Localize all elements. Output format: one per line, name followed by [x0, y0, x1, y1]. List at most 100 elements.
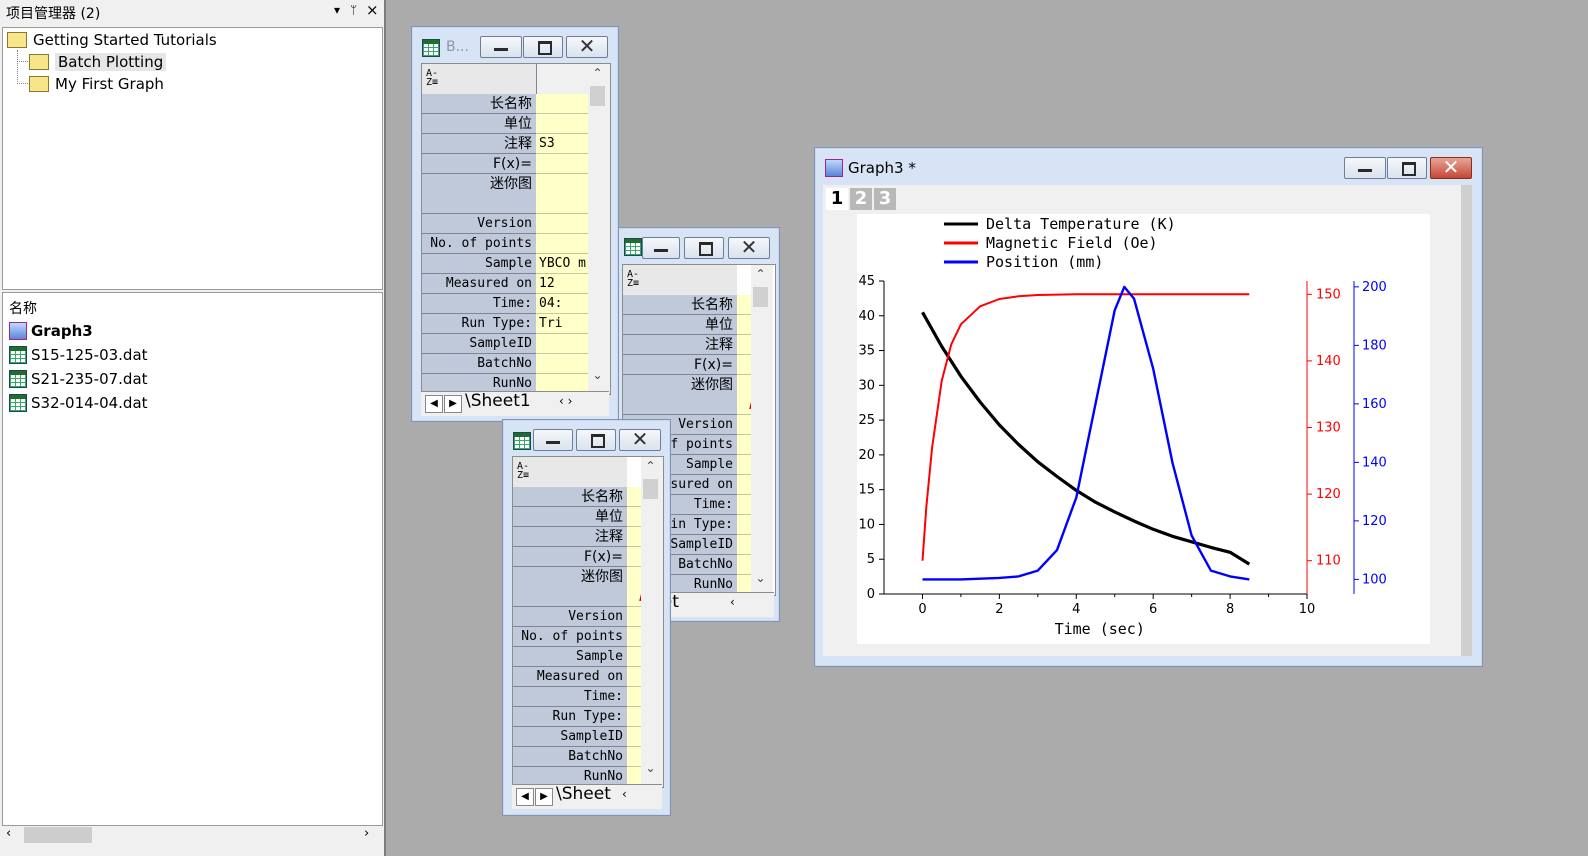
cell-value[interactable]: [536, 154, 588, 174]
close-icon[interactable]: ×: [366, 1, 379, 19]
row-label[interactable]: 长名称: [513, 487, 627, 507]
sheet-tab[interactable]: \Sheet1: [465, 391, 531, 411]
row-label[interactable]: Sample: [513, 647, 627, 667]
close-button[interactable]: ✕: [619, 427, 661, 451]
horizontal-scrollbar[interactable]: ‹ ›: [2, 826, 381, 844]
graph-window[interactable]: Graph3 * ✕ 1 2 3 0 2 4 6 8 10 Time (sec) 0 5 10 15…: [814, 147, 1483, 667]
maximize-button[interactable]: [523, 36, 563, 58]
graph-page[interactable]: 0 2 4 6 8 10 Time (sec) 0 5 10 15 20 25 30 35 40 45 110 12…: [857, 214, 1430, 644]
pin-icon[interactable]: ᛘ: [350, 3, 357, 17]
cell-value[interactable]: [536, 174, 588, 214]
maximize-button[interactable]: [576, 429, 616, 451]
cell-value[interactable]: [627, 647, 641, 667]
cell-value[interactable]: [536, 94, 588, 114]
cell-value[interactable]: [536, 214, 588, 234]
cell-value[interactable]: [536, 354, 588, 374]
close-button[interactable]: ✕: [566, 34, 608, 58]
row-label[interactable]: Time:: [422, 294, 536, 314]
scrollbar-thumb[interactable]: [590, 86, 605, 106]
next-sheet-button[interactable]: ▶: [535, 788, 553, 806]
row-label[interactable]: SampleID: [422, 334, 536, 354]
scroll-down-icon[interactable]: ⌄: [641, 761, 660, 775]
maximize-button[interactable]: [1387, 157, 1427, 179]
row-label[interactable]: 迷你图: [513, 567, 627, 607]
cell-value[interactable]: [536, 234, 588, 254]
minimize-button[interactable]: [1344, 157, 1386, 179]
cell-value[interactable]: [627, 667, 641, 687]
column-header-a[interactable]: [536, 64, 589, 95]
list-item-workbook[interactable]: S21-235-07.dat: [9, 367, 148, 391]
tree-item-my-first-graph[interactable]: My First Graph: [29, 73, 164, 95]
list-item-workbook[interactable]: S15-125-03.dat: [9, 343, 148, 367]
row-label[interactable]: Measured on: [422, 274, 536, 294]
cell-value[interactable]: [737, 295, 751, 315]
cell-value[interactable]: [737, 435, 751, 455]
cell-value[interactable]: [627, 747, 641, 767]
minimize-button[interactable]: [533, 429, 573, 451]
list-item-workbook[interactable]: S32-014-04.dat: [9, 391, 148, 415]
window-titlebar[interactable]: Graph3 * ✕: [815, 148, 1482, 182]
cell-value[interactable]: [737, 415, 751, 435]
tree-item-getting-started[interactable]: Getting Started Tutorials: [7, 29, 217, 51]
cell-value[interactable]: [737, 335, 751, 355]
scroll-down-icon[interactable]: ⌄: [751, 571, 770, 585]
prev-sheet-button[interactable]: ◀: [425, 395, 443, 413]
row-label[interactable]: 注释: [513, 527, 627, 547]
scroll-up-icon[interactable]: ⌃: [751, 267, 770, 281]
cell-value[interactable]: [737, 315, 751, 335]
scroll-up-icon[interactable]: ⌃: [641, 459, 660, 473]
close-button[interactable]: ✕: [728, 235, 770, 259]
cell-value[interactable]: [627, 607, 641, 627]
dropdown-icon[interactable]: ▾: [334, 3, 340, 17]
line-chart[interactable]: 0 2 4 6 8 10 Time (sec) 0 5 10 15 20 25 30 35 40 45 110 12…: [857, 214, 1430, 644]
row-label[interactable]: Version: [422, 214, 536, 234]
row-label[interactable]: SampleID: [513, 727, 627, 747]
row-label[interactable]: Run Type:: [513, 707, 627, 727]
tab-scroll-icon[interactable]: ‹: [730, 595, 735, 609]
sheet-corner[interactable]: A- Z≡: [623, 265, 737, 296]
panel-splitter[interactable]: [384, 0, 386, 856]
cell-value[interactable]: Tri: [536, 314, 588, 334]
layer-tab-1[interactable]: 1: [826, 188, 848, 210]
row-label[interactable]: 注释: [623, 335, 737, 355]
tab-scroll-icon[interactable]: ‹: [622, 787, 627, 801]
cell-value[interactable]: 12: [536, 274, 588, 294]
row-label[interactable]: 长名称: [623, 295, 737, 315]
cell-value[interactable]: [737, 355, 751, 375]
scrollbar-thumb[interactable]: [753, 287, 768, 307]
cell-value[interactable]: [627, 547, 641, 567]
cell-value[interactable]: [737, 475, 751, 495]
row-label[interactable]: 注释: [422, 134, 536, 154]
row-label[interactable]: F(x)=: [513, 547, 627, 567]
cell-value[interactable]: [536, 334, 588, 354]
maximize-button[interactable]: [684, 237, 724, 259]
sheet-tab[interactable]: \Sheet: [556, 784, 611, 804]
row-label[interactable]: No. of points: [422, 234, 536, 254]
row-label[interactable]: BatchNo: [513, 747, 627, 767]
next-sheet-button[interactable]: ▶: [444, 395, 462, 413]
cell-value[interactable]: [737, 515, 751, 535]
layer-tab-2[interactable]: 2: [850, 188, 872, 210]
row-label[interactable]: 单位: [422, 114, 536, 134]
row-label[interactable]: Measured on: [513, 667, 627, 687]
row-label[interactable]: 单位: [623, 315, 737, 335]
layer-tab-3[interactable]: 3: [874, 188, 896, 210]
vertical-scrollbar[interactable]: ⌃ ⌄: [641, 457, 663, 787]
cell-value[interactable]: [627, 707, 641, 727]
row-label[interactable]: F(x)=: [623, 355, 737, 375]
workbook-window-c[interactable]: ✕ A- Z≡ ⌃ ⌄ 长名称 单位 注释 F(x)= 迷你图 Version No. of …: [502, 419, 671, 816]
row-label[interactable]: Version: [513, 607, 627, 627]
vertical-scrollbar[interactable]: ⌃ ⌄: [751, 265, 773, 595]
window-titlebar[interactable]: ✕: [618, 228, 779, 262]
cell-value[interactable]: [627, 487, 641, 507]
cell-value[interactable]: [627, 687, 641, 707]
cell-value[interactable]: 04:: [536, 294, 588, 314]
scroll-down-icon[interactable]: ⌄: [588, 368, 607, 382]
worksheet-grid[interactable]: A- Z≡ ⌃ ⌄ 长名称 单位 注释 S3 F(x)= 迷你图 Version No. of …: [421, 63, 611, 395]
cell-value[interactable]: [627, 727, 641, 747]
sheet-corner[interactable]: A- Z≡: [513, 457, 627, 488]
scroll-up-icon[interactable]: ⌃: [588, 66, 607, 80]
row-label[interactable]: Sample: [422, 254, 536, 274]
worksheet-grid[interactable]: A- Z≡ ⌃ ⌄ 长名称 单位 注释 F(x)= 迷你图 Version No. of po…: [512, 456, 664, 788]
tab-scroll-icon[interactable]: ‹ ›: [559, 394, 572, 408]
